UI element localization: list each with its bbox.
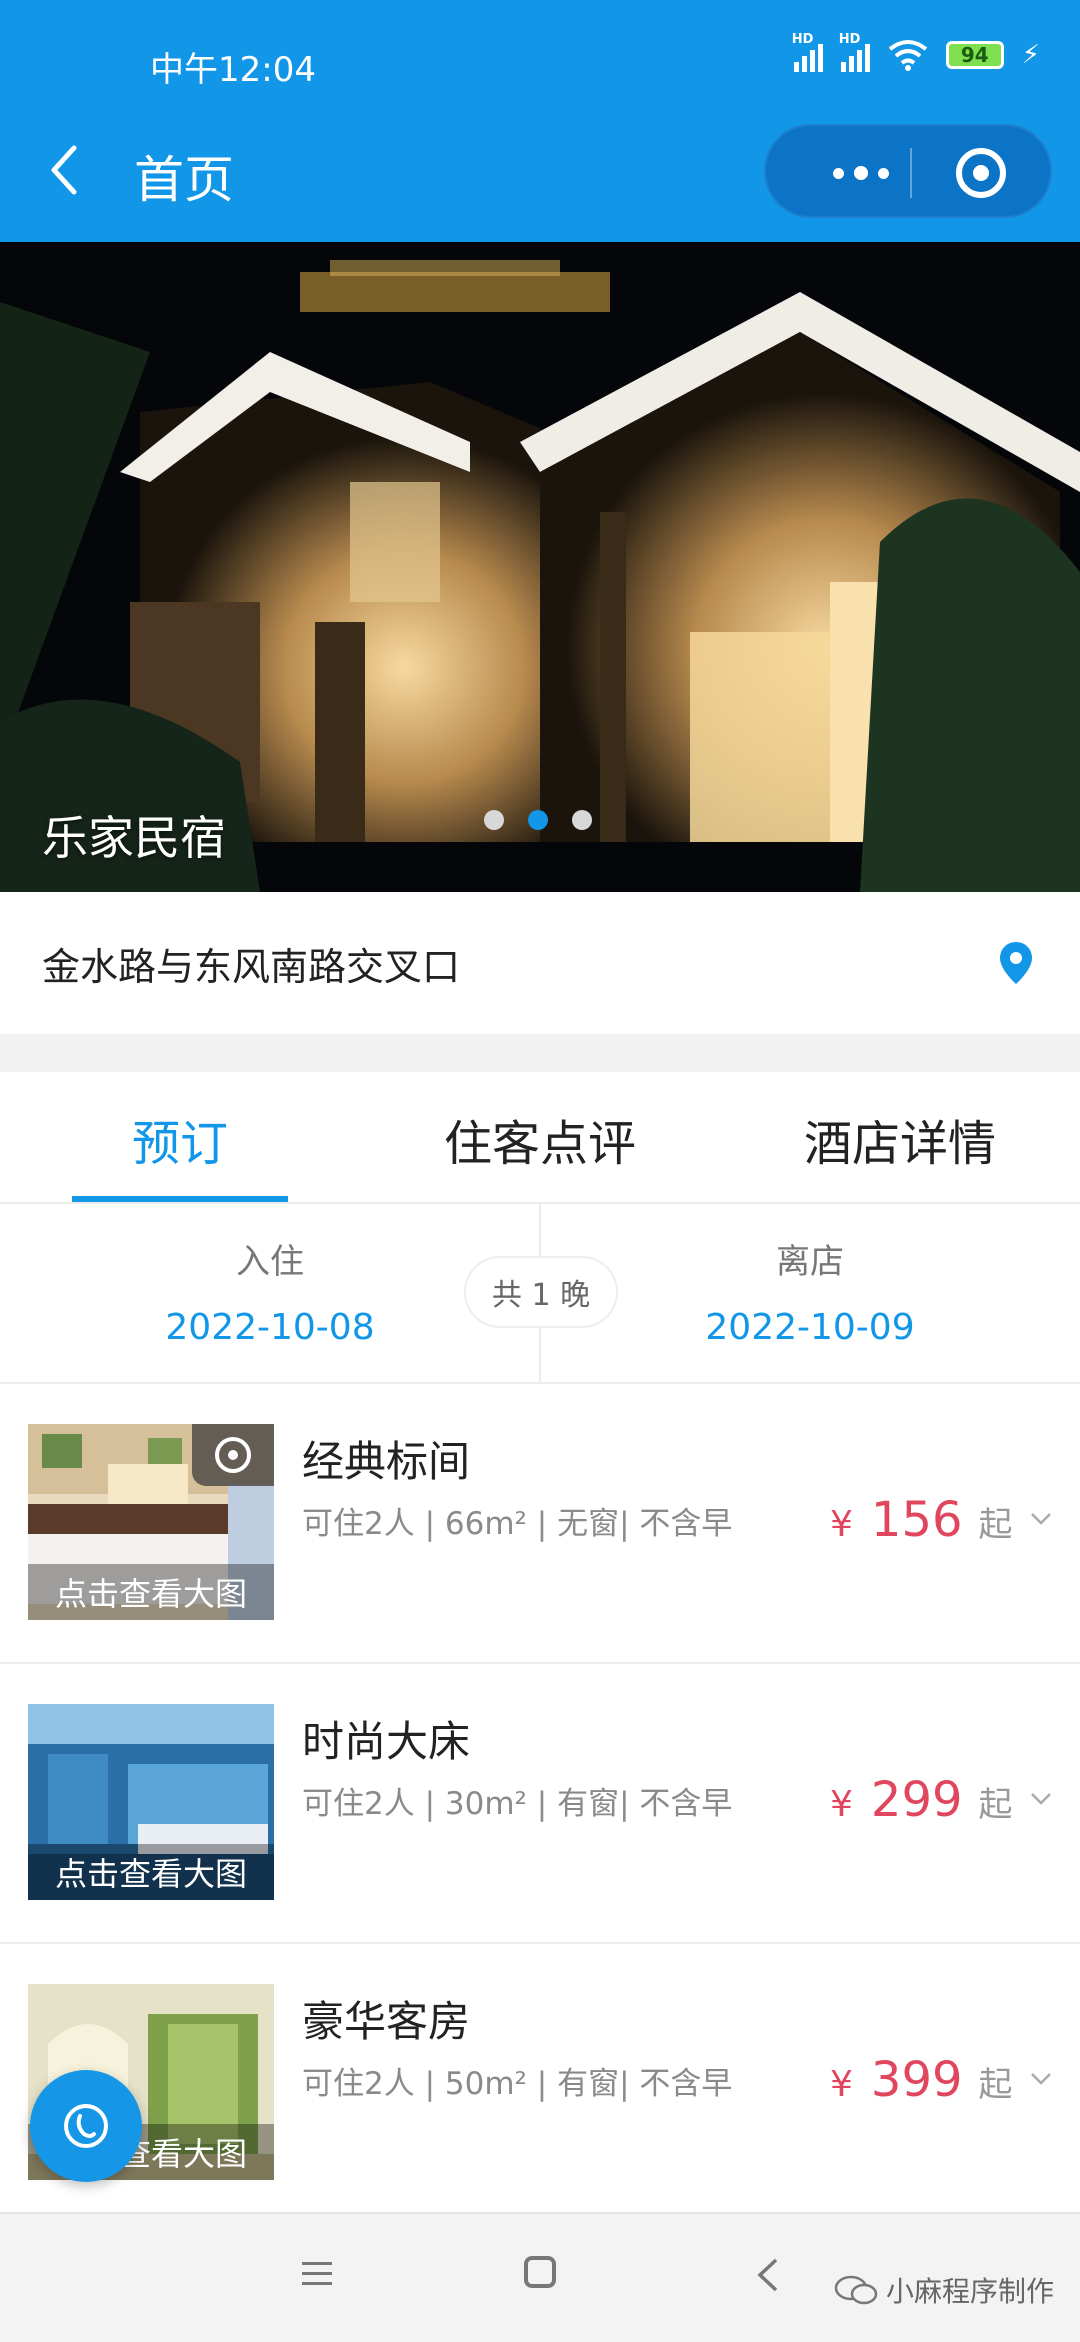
checkin-date[interactable]: 2022-10-08 [0, 1307, 540, 1348]
currency-symbol: ¥ [830, 1784, 853, 1825]
menu-icon[interactable] [300, 2258, 334, 2290]
chevron-down-icon[interactable] [1030, 1508, 1052, 1530]
carousel-dot[interactable] [572, 810, 592, 830]
room-description: 可住2人 | 66m² | 无窗| 不含早 [302, 1506, 733, 1542]
room-name: 经典标间 [302, 1437, 471, 1486]
view-large-image-label[interactable]: 点击查看大图 [28, 1564, 274, 1620]
signal-icon: HD [792, 32, 823, 72]
address-text: 金水路与东风南路交叉口 [42, 945, 461, 989]
page-title: 首页 [134, 151, 234, 209]
tab-hotel-details[interactable]: 酒店详情 [720, 1104, 1080, 1174]
room-item[interactable]: 点击查看大图 经典标间 可住2人 | 66m² | 无窗| 不含早 ¥ 156 … [0, 1384, 1080, 1664]
location-pin-icon[interactable] [998, 940, 1034, 986]
back-arrow-icon[interactable] [44, 140, 84, 200]
checkout-date[interactable]: 2022-10-09 [540, 1307, 1080, 1348]
wifi-icon [888, 40, 927, 71]
charging-icon: ⚡ [1021, 40, 1040, 70]
date-selector[interactable]: 入住 2022-10-08 离店 2022-10-09 共 1 晚 [0, 1204, 1080, 1384]
room-name: 时尚大床 [302, 1717, 471, 1766]
room-price: ¥ 399 起 [830, 2052, 1013, 2108]
carousel-indicator [484, 810, 592, 830]
price-suffix: 起 [978, 1505, 1013, 1545]
home-icon[interactable] [524, 2256, 556, 2288]
price-value: 156 [870, 1492, 963, 1548]
room-name: 豪华客房 [302, 1997, 471, 2046]
tab-booking[interactable]: 预订 [0, 1104, 360, 1174]
room-description: 可住2人 | 30m² | 有窗| 不含早 [302, 1786, 733, 1822]
address-row[interactable]: 金水路与东风南路交叉口 [0, 892, 1080, 1034]
watermark: 小麻程序制作 [834, 2270, 1054, 2310]
carousel-dot-active[interactable] [528, 810, 548, 830]
price-value: 299 [870, 1772, 963, 1828]
price-suffix: 起 [978, 1785, 1013, 1825]
checkout-block[interactable]: 离店 2022-10-09 [540, 1234, 1080, 1348]
watermark-text: 小麻程序制作 [886, 2275, 1055, 2308]
view-large-image-label[interactable]: 点击查看大图 [28, 1844, 274, 1900]
capsule-divider [910, 148, 912, 198]
checkout-label: 离店 [776, 1242, 844, 1282]
top-bar: 中午12:04 HD HD 94 ⚡ 首页 [0, 0, 1080, 242]
hotel-photo [0, 242, 1080, 892]
close-miniprogram-icon[interactable] [956, 148, 1006, 198]
phone-icon [64, 2104, 108, 2148]
chevron-down-icon[interactable] [1030, 2068, 1052, 2090]
signal-icon-2: HD [839, 32, 870, 72]
currency-symbol: ¥ [830, 1504, 853, 1545]
price-value: 399 [870, 2052, 963, 2108]
room-price: ¥ 299 起 [830, 1772, 1013, 1828]
nights-badge: 共 1 晚 [464, 1256, 618, 1328]
vr-3d-icon[interactable] [192, 1424, 274, 1486]
battery-icon: 94 [945, 41, 1004, 69]
system-back-icon[interactable] [756, 2256, 780, 2294]
status-time: 中午12:04 [150, 50, 316, 90]
room-price: ¥ 156 起 [830, 1492, 1013, 1548]
price-suffix: 起 [978, 2065, 1013, 2105]
room-item[interactable]: 点击查看大图 时尚大床 可住2人 | 30m² | 有窗| 不含早 ¥ 299 … [0, 1664, 1080, 1944]
system-nav-bar: 小麻程序制作 [0, 2212, 1080, 2342]
checkin-label: 入住 [236, 1242, 304, 1282]
mini-program-capsule [764, 124, 1052, 218]
room-description: 可住2人 | 50m² | 有窗| 不含早 [302, 2066, 733, 2102]
hotel-name: 乐家民宿 [42, 811, 226, 865]
room-thumbnail[interactable]: 点击查看大图 [28, 1424, 274, 1620]
active-tab-indicator [72, 1196, 288, 1202]
sim1-label: HD [791, 32, 814, 47]
chevron-down-icon[interactable] [1030, 1788, 1052, 1810]
tab-bar: 预订 住客点评 酒店详情 [0, 1072, 1080, 1204]
call-button[interactable] [30, 2070, 142, 2182]
checkin-block[interactable]: 入住 2022-10-08 [0, 1234, 540, 1348]
hero-banner[interactable]: 乐家民宿 [0, 242, 1080, 892]
wechat-icon [834, 2275, 878, 2305]
room-thumbnail[interactable]: 点击查看大图 [28, 1704, 274, 1900]
carousel-dot[interactable] [484, 810, 504, 830]
room-item[interactable]: 点击查看大图 豪华客房 可住2人 | 50m² | 有窗| 不含早 ¥ 399 … [0, 1944, 1080, 2224]
currency-symbol: ¥ [830, 2064, 853, 2105]
more-menu-icon[interactable] [806, 126, 916, 220]
tab-reviews[interactable]: 住客点评 [360, 1104, 720, 1174]
sim2-label: HD [838, 32, 861, 47]
status-icons: HD HD 94 ⚡ [792, 32, 1040, 72]
